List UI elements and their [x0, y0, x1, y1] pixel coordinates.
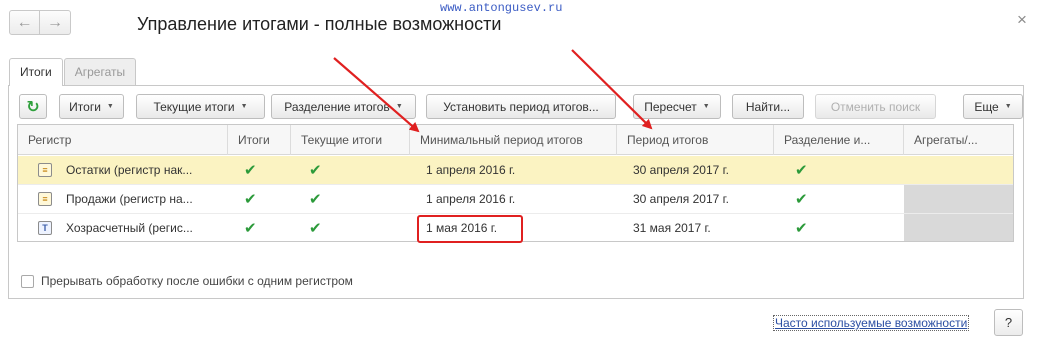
checkmark-icon: ✔ — [309, 220, 322, 237]
checkmark-icon: ✔ — [795, 220, 808, 237]
accumulation-register-icon: ≡ — [38, 163, 52, 177]
cancel-search-button[interactable]: Отменить поиск — [815, 94, 936, 119]
cancel-search-label: Отменить поиск — [830, 99, 921, 114]
current-totals-label: Текущие итоги — [153, 99, 235, 114]
table-header: Регистр Итоги Текущие итоги Минимальный … — [18, 125, 1013, 155]
refresh-icon: ↻ — [26, 98, 40, 116]
interrupt-checkbox[interactable] — [21, 274, 34, 288]
set-period-label: Установить период итогов... — [443, 99, 599, 114]
tab-aggregates[interactable]: Агрегаты — [63, 58, 137, 85]
dropdown-arrow-icon: ▼ — [395, 103, 403, 110]
itogi-panel: ↻ Итоги ▼ Текущие итоги ▼ Разделение ито… — [8, 85, 1024, 299]
interrupt-label: Прерывать обработку после ошибки с одним… — [41, 274, 353, 288]
column-header-split[interactable]: Разделение и... — [774, 125, 904, 155]
min-period-value: 1 апреля 2016 г. — [426, 163, 516, 177]
checkmark-icon: ✔ — [795, 162, 808, 179]
refresh-button[interactable]: ↻ — [19, 94, 47, 119]
accumulation-register-icon: ≡ — [38, 192, 52, 206]
register-name: Продажи (регистр на... — [66, 192, 193, 206]
find-label: Найти... — [745, 99, 791, 114]
checkmark-icon: ✔ — [244, 191, 257, 208]
nav-group: ← → — [9, 10, 71, 35]
dropdown-arrow-icon: ▼ — [106, 103, 114, 110]
arrow-right-icon: → — [47, 13, 63, 31]
close-icon[interactable]: × — [1017, 10, 1027, 30]
recalc-label: Пересчет — [644, 99, 697, 114]
arrow-left-icon: ← — [16, 13, 33, 31]
dropdown-arrow-icon: ▼ — [1004, 103, 1012, 110]
tab-bar: Итоги Агрегаты — [9, 58, 137, 86]
help-button[interactable]: ? — [994, 309, 1023, 336]
more-label: Еще — [974, 99, 999, 114]
frequently-used-link[interactable]: Часто используемые возможности — [773, 315, 970, 331]
column-header-period[interactable]: Период итогов — [617, 125, 774, 155]
checkmark-icon: ✔ — [244, 220, 257, 237]
back-button[interactable]: ← — [9, 10, 40, 35]
column-header-totals[interactable]: Итоги — [228, 125, 291, 155]
column-header-current-totals[interactable]: Текущие итоги — [291, 125, 410, 155]
itogi-menu-button[interactable]: Итоги ▼ — [59, 94, 124, 119]
forward-button[interactable]: → — [40, 10, 71, 35]
checkmark-icon: ✔ — [795, 191, 808, 208]
dropdown-arrow-icon: ▼ — [240, 103, 248, 110]
toolbar: ↻ Итоги ▼ Текущие итоги ▼ Разделение ито… — [19, 94, 1023, 119]
more-button[interactable]: Еще ▼ — [963, 94, 1023, 119]
split-totals-label: Разделение итогов — [284, 99, 390, 114]
find-button[interactable]: Найти... — [732, 94, 804, 119]
checkmark-icon: ✔ — [244, 162, 257, 179]
watermark: www.antongusev.ru — [440, 1, 563, 15]
column-header-register[interactable]: Регистр — [18, 125, 228, 155]
current-totals-button[interactable]: Текущие итоги ▼ — [136, 94, 265, 119]
aggregates-cell — [904, 214, 1013, 241]
table-row[interactable]: ≡ Остатки (регистр нак... ✔ ✔ 1 апреля 2… — [18, 156, 1013, 185]
itogi-menu-label: Итоги — [69, 99, 101, 114]
annotation-highlight-box — [417, 215, 523, 243]
column-header-min-period[interactable]: Минимальный период итогов — [410, 125, 617, 155]
table-row[interactable]: ≡ Продажи (регистр на... ✔ ✔ 1 апреля 20… — [18, 185, 1013, 214]
register-name: Хозрасчетный (регис... — [66, 221, 193, 235]
window-title: Управление итогами - полные возможности — [137, 14, 502, 34]
accounting-register-icon: Т — [38, 221, 52, 235]
period-value: 30 апреля 2017 г. — [633, 192, 729, 206]
aggregates-cell — [904, 185, 1013, 213]
checkmark-icon: ✔ — [309, 191, 322, 208]
recalc-button[interactable]: Пересчет ▼ — [633, 94, 721, 119]
min-period-value: 1 апреля 2016 г. — [426, 192, 516, 206]
column-header-aggregates[interactable]: Агрегаты/... — [904, 125, 1013, 155]
interrupt-option[interactable]: Прерывать обработку после ошибки с одним… — [21, 274, 353, 288]
help-icon: ? — [1004, 315, 1013, 330]
split-totals-button[interactable]: Разделение итогов ▼ — [271, 94, 416, 119]
tab-itogi[interactable]: Итоги — [9, 58, 63, 86]
period-value: 31 мая 2017 г. — [633, 221, 711, 235]
period-value: 30 апреля 2017 г. — [633, 163, 729, 177]
set-period-button[interactable]: Установить период итогов... — [426, 94, 616, 119]
checkmark-icon: ✔ — [309, 162, 322, 179]
dropdown-arrow-icon: ▼ — [702, 103, 710, 110]
register-name: Остатки (регистр нак... — [66, 163, 193, 177]
